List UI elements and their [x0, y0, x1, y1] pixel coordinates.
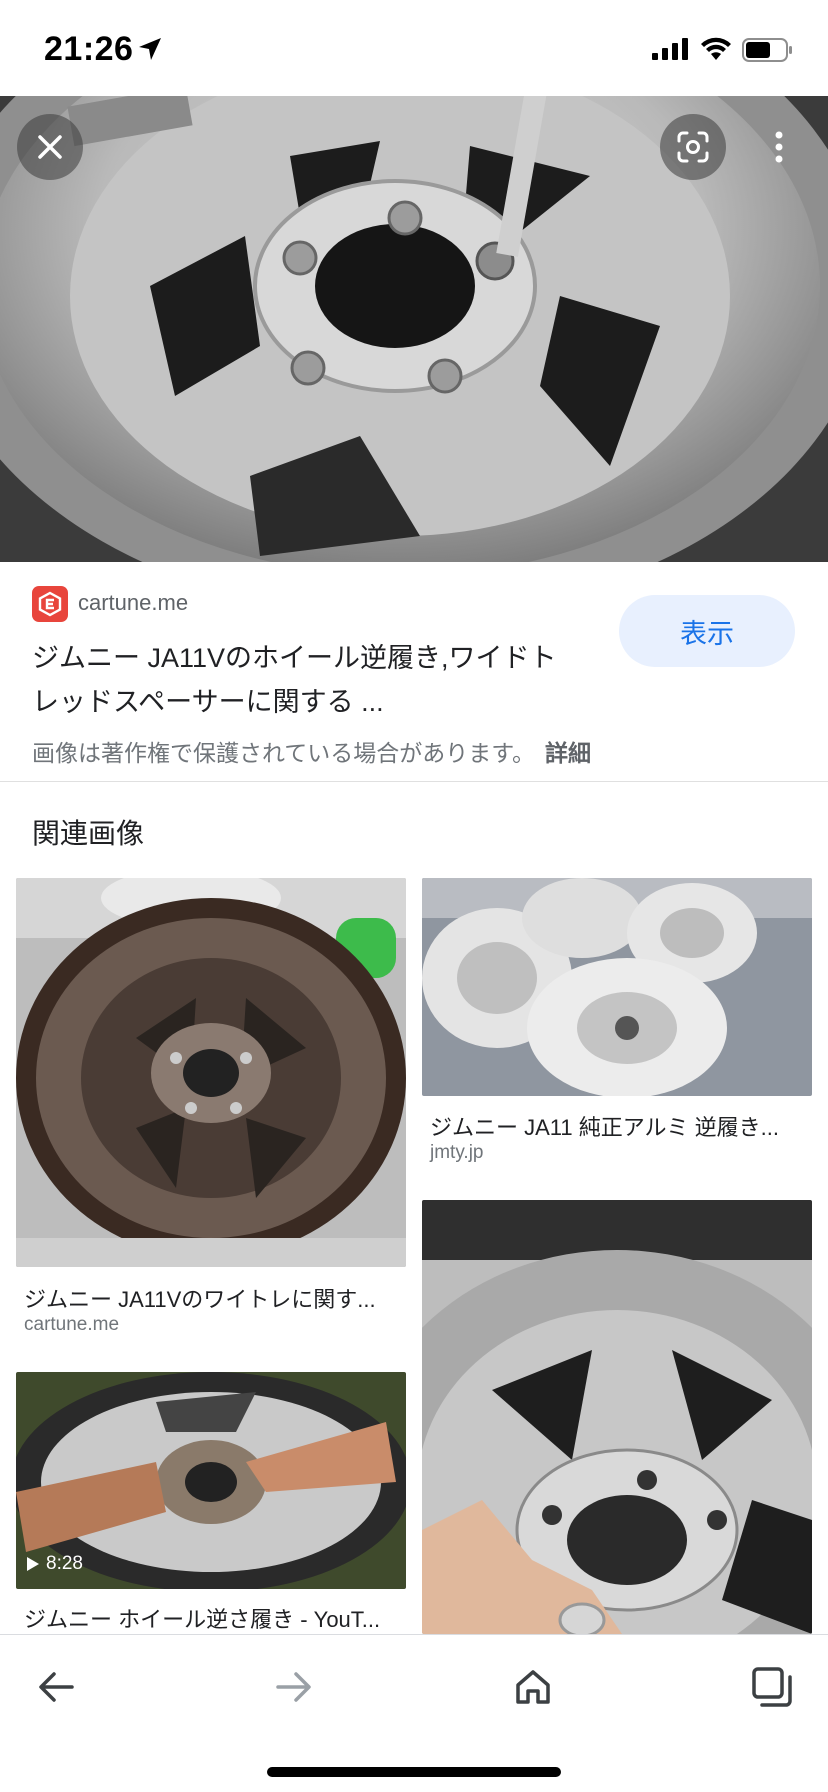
related-image-thumb	[16, 878, 406, 1267]
more-options-button[interactable]	[746, 114, 812, 180]
view-button[interactable]: 表示	[619, 595, 795, 667]
status-time: 21:26	[44, 30, 134, 68]
wifi-icon	[701, 37, 731, 60]
battery-icon	[742, 38, 792, 62]
close-icon	[38, 135, 62, 159]
result-title-line1: ジムニー JA11Vのホイール逆履き,ワイドト	[32, 643, 557, 673]
copyright-notice: 画像は著作権で保護されている場合があります。 詳細	[32, 734, 591, 768]
video-duration: 8:28	[26, 1553, 83, 1575]
lens-search-button[interactable]	[660, 114, 726, 180]
main-image[interactable]	[0, 96, 828, 562]
details-link[interactable]: 詳細	[545, 740, 591, 766]
result-title-line2: レッドスペーサーに関する ...	[32, 687, 384, 717]
lens-icon	[677, 131, 709, 163]
related-image-thumb: 8:28	[16, 1372, 406, 1589]
video-duration-text: 8:28	[46, 1553, 83, 1574]
copyright-text: 画像は著作権で保護されている場合があります。	[32, 740, 536, 766]
tabs-button[interactable]	[742, 1657, 802, 1717]
forward-button[interactable]	[264, 1657, 324, 1717]
bottom-navigation-bar	[0, 1634, 828, 1792]
more-vert-icon	[775, 131, 783, 163]
cellular-signal-icon	[652, 38, 688, 60]
location-arrow-icon	[139, 38, 161, 60]
back-icon	[39, 1672, 74, 1702]
source-info: cartune.me ジムニー JA11Vのホイール逆履き,ワイドト レッドスペ…	[0, 562, 828, 782]
related-image-domain: cartune.me	[24, 1314, 120, 1335]
site-name[interactable]: cartune.me	[78, 590, 188, 616]
related-image-caption: ジムニー JA11Vのワイトレに関す...	[24, 1287, 376, 1312]
related-image-caption: ジムニー ホイール逆さ履き - YouT...	[24, 1607, 381, 1632]
close-button[interactable]	[17, 114, 83, 180]
tabs-icon	[752, 1667, 792, 1707]
related-video-card[interactable]: 8:28 ジムニー ホイール逆さ履き - YouT...	[16, 1372, 406, 1634]
related-image-caption: ジムニー JA11 純正アルミ 逆履き...	[430, 1115, 779, 1140]
related-image-card[interactable]: ジムニー JA11 純正アルミ 逆履き... jmty.jp	[422, 878, 812, 1168]
related-image-card[interactable]: ジムニー JA11Vのワイトレに関す... cartune.me	[16, 878, 406, 1338]
related-image-thumb	[422, 878, 812, 1096]
back-button[interactable]	[26, 1657, 86, 1717]
related-image-card[interactable]	[422, 1200, 812, 1634]
home-icon	[516, 1670, 550, 1704]
site-favicon-icon	[32, 586, 68, 622]
home-indicator[interactable]	[267, 1767, 561, 1777]
related-image-thumb	[422, 1200, 812, 1634]
related-images-heading: 関連画像	[32, 818, 145, 849]
status-bar: 21:26	[0, 0, 828, 96]
result-title[interactable]: ジムニー JA11Vのホイール逆履き,ワイドト レッドスペーサーに関する ...	[32, 636, 592, 724]
home-button[interactable]	[503, 1657, 563, 1717]
forward-icon	[276, 1672, 311, 1702]
related-image-domain: jmty.jp	[430, 1142, 484, 1163]
play-icon	[27, 1557, 39, 1571]
